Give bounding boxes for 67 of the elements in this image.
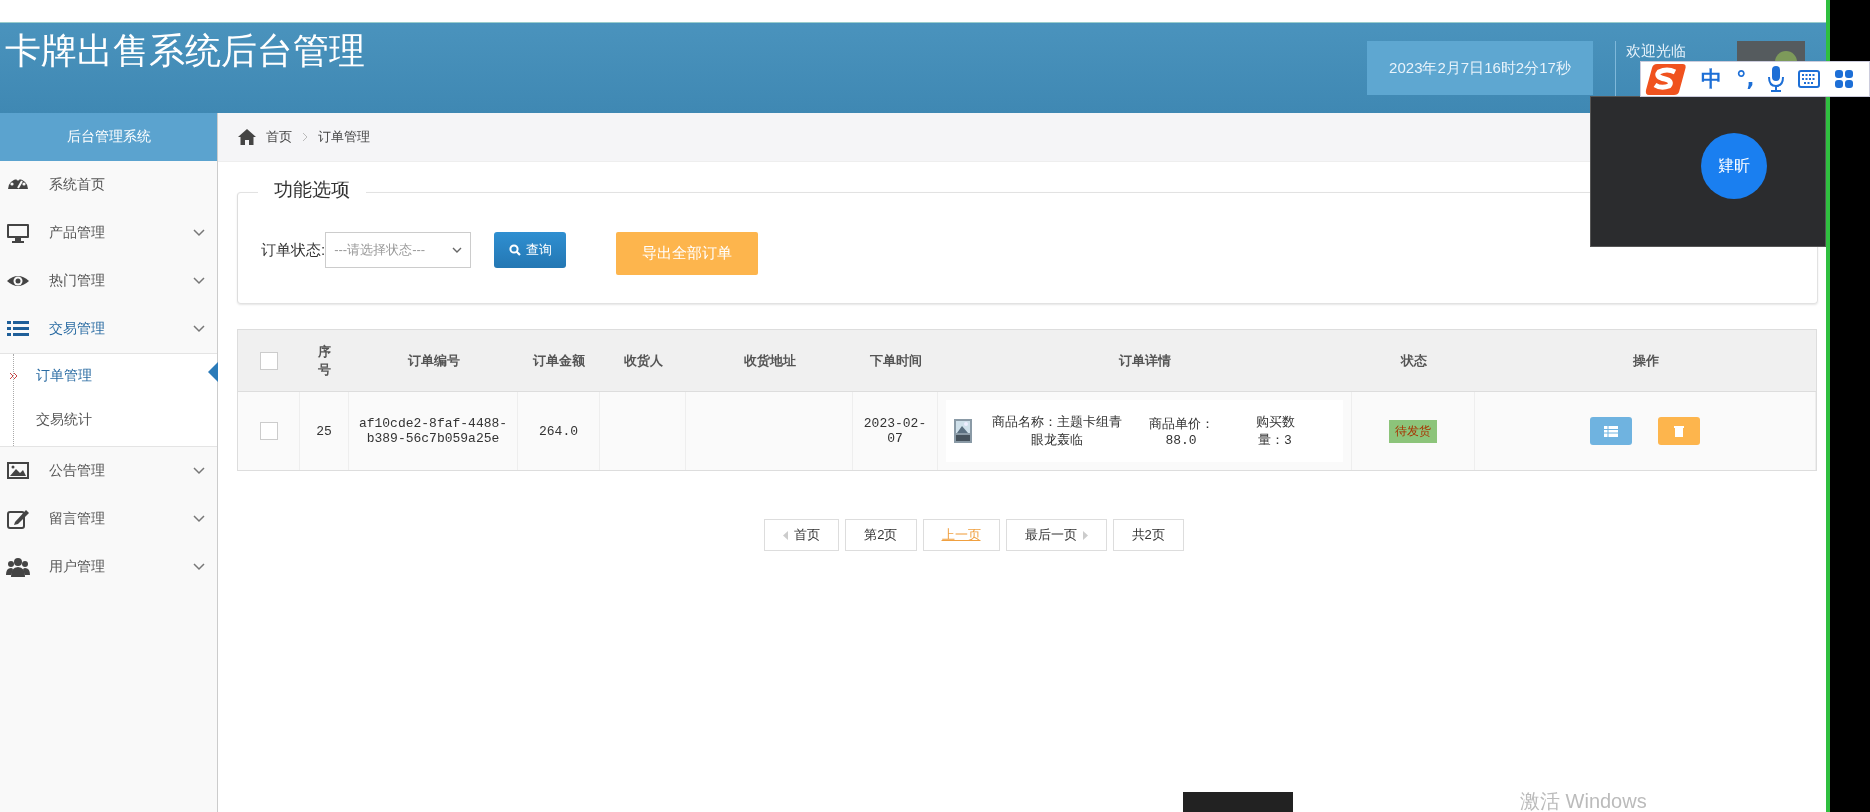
product-name: 商品名称：主题卡组青眼龙轰临 [992,414,1122,449]
select-all-checkbox[interactable] [260,351,278,370]
chevron-down-icon [193,229,205,237]
chevron-down-icon [193,277,205,285]
submenu-item[interactable]: 交易统计 [0,398,217,442]
trash-icon [1674,425,1684,437]
table-cell: 264.0 [518,392,600,470]
keyboard-icon[interactable] [1798,70,1821,88]
app-title: 卡牌出售系统后台管理 [5,29,365,73]
column-header: 操作 [1475,330,1816,392]
column-header: 下单时间 [853,330,938,392]
table-cell: 25 [300,392,349,470]
chevron-down-icon [193,563,205,571]
sidebar-title: 后台管理系统 [0,113,217,161]
chevron-down-icon [193,515,205,523]
sidebar-item[interactable]: 热门管理 [0,257,217,305]
sidebar-item[interactable]: 系统首页 [0,161,217,209]
column-header: 序号 [300,330,349,392]
sidebar-item[interactable]: 留言管理 [0,495,217,543]
search-icon [508,244,521,256]
double-chevron-icon [10,372,18,380]
column-header: 订单编号 [349,330,518,392]
column-header: 收货地址 [686,330,853,392]
table-icon [1604,425,1618,437]
chevron-down-icon [193,325,205,333]
breadcrumb-item: 订单管理 [318,128,370,146]
query-button[interactable]: 查询 [494,232,567,268]
sidebar-item[interactable]: 用户管理 [0,543,217,591]
punctuation-toggle[interactable]: °, [1736,67,1755,91]
breadcrumb-item[interactable]: 首页 [266,128,292,146]
chevron-down-icon [193,467,205,475]
table-cell: af10cde2-8faf-4488-b389-56c7b059a25e [349,392,518,470]
submenu-item[interactable]: 订单管理 [0,354,217,398]
column-header: 订单金额 [518,330,600,392]
unit-price: 商品单价：88.0 [1147,415,1215,448]
page-button[interactable]: 第2页 [845,519,917,551]
column-header: 收货人 [600,330,686,392]
table-cell: 2023-02-07 [853,392,938,470]
triangle-right-icon [1082,530,1088,540]
home-icon [238,129,256,145]
welcome-text: 欢迎光临 [1626,42,1687,61]
grid-icon[interactable] [1834,69,1855,89]
page-button[interactable]: 首页 [764,519,840,551]
activation-notice: 激活 Windows [1520,789,1647,812]
monitor-icon [6,221,30,245]
ime-logo-icon[interactable] [1645,62,1687,96]
quantity: 购买数量：3 [1254,414,1296,449]
sidebar-item[interactable]: 产品管理 [0,209,217,257]
chevron-right-icon [302,132,308,142]
page-button[interactable]: 最后一页 [1005,519,1107,551]
users-icon [6,555,30,579]
column-header: 订单详情 [938,330,1352,392]
field-label: 订单状态: [261,240,326,260]
page-button[interactable]: 共2页 [1112,519,1184,551]
participant-avatar: 肄昕 [1701,133,1767,199]
details-button[interactable] [1590,417,1632,445]
row-checkbox[interactable] [259,422,278,440]
microphone-icon[interactable] [1768,66,1785,92]
ime-mode[interactable]: 中 [1701,65,1722,93]
column-header: 状态 [1352,330,1475,392]
triangle-left-icon [783,530,789,540]
status-badge: 待发货 [1389,419,1437,443]
edit-icon [6,507,30,531]
active-pointer-icon [208,362,218,382]
date-time: 2023年2月7日16时2分17秒 [1367,41,1593,95]
sidebar-item[interactable]: 公告管理 [0,447,217,495]
sidebar-item[interactable]: 交易管理 [0,305,217,353]
